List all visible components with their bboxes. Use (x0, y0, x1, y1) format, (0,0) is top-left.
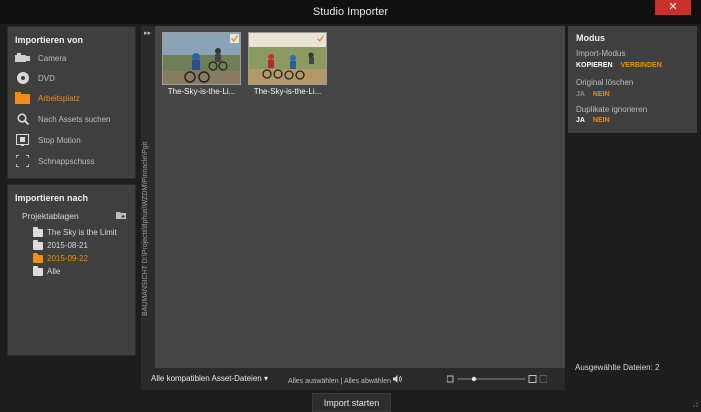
folder-2015-08-21[interactable]: 2015-08-21 (33, 239, 88, 250)
import-to-panel: Importieren nach Projektablagen The Sky … (7, 184, 136, 356)
source-dvd[interactable]: DVD (15, 70, 55, 86)
add-bin-icon[interactable] (115, 210, 127, 222)
source-stop-motion[interactable]: Stop Motion (15, 132, 81, 148)
folder-icon (33, 265, 43, 276)
expand-arrows-icon[interactable]: ▸▸ (144, 29, 151, 37)
folder-all-label: Alle (47, 267, 61, 276)
source-camera-label: Camera (38, 53, 67, 63)
source-dvd-label: DVD (38, 73, 55, 83)
source-snapshot[interactable]: Schnappschuss (15, 153, 94, 169)
ignore-duplicates-options: JA NEIN (576, 117, 616, 124)
import-mode-options: KOPIEREN VERBINDEN (576, 62, 668, 69)
import-from-panel: Importieren von Camera DVD Arbeitsplatz … (7, 26, 136, 179)
source-snapshot-label: Schnappschuss (38, 156, 95, 166)
project-bins-label: Projektablagen (22, 211, 79, 221)
path-text: BAUMANSICHT D:\Projects\tlphus\WZDM\Pinn… (142, 141, 149, 316)
folder-icon (15, 92, 30, 104)
title-bar: Studio Importer ✕ (0, 0, 701, 24)
folder-2015-08-21-label: 2015-08-21 (47, 241, 88, 250)
thumbnail-2[interactable] (248, 32, 327, 85)
checkmark-icon[interactable] (316, 34, 325, 45)
selected-files-status: Ausgewählte Dateien: 2 (575, 363, 660, 372)
option-link[interactable]: VERBINDEN (621, 62, 662, 69)
folder-2015-09-22-label: 2015-09-22 (47, 254, 88, 263)
option-dup-yes[interactable]: JA (576, 117, 585, 124)
folder-the-sky-label: The Sky is the Limit (47, 228, 117, 237)
thumbnail-2-caption: The-Sky-is-the-Li... (253, 87, 322, 96)
folder-icon (33, 226, 43, 237)
disc-icon (15, 72, 30, 84)
import-start-button[interactable]: Import starten (312, 393, 391, 412)
folder-2015-09-22[interactable]: 2015-09-22 (33, 252, 88, 263)
path-bar: ▸▸ BAUMANSICHT D:\Projects\tlphus\WZDM\P… (141, 26, 155, 368)
speaker-icon[interactable] (392, 375, 402, 385)
thumbnail-1[interactable] (162, 32, 241, 85)
ignore-duplicates-label: Duplikate ignorieren (576, 105, 648, 114)
file-type-filter[interactable]: Alle kompatiblen Asset-Dateien ▾ (151, 374, 268, 383)
option-delete-yes[interactable]: JA (576, 91, 585, 98)
separator: | (340, 378, 343, 385)
option-copy[interactable]: KOPIEREN (576, 62, 613, 69)
stop-motion-icon (15, 134, 30, 146)
import-mode-label: Import-Modus (576, 49, 626, 58)
source-workspace[interactable]: Arbeitsplatz (15, 90, 80, 106)
source-search-assets[interactable]: Nach Assets suchen (15, 111, 110, 127)
delete-original-options: JA NEIN (576, 91, 616, 98)
thumbnail-size-slider[interactable] (446, 375, 548, 383)
source-stop-motion-label: Stop Motion (38, 135, 81, 145)
camera-icon (15, 52, 30, 64)
close-button[interactable]: ✕ (655, 0, 691, 15)
source-search-assets-label: Nach Assets suchen (38, 114, 111, 124)
resize-grip-icon[interactable] (692, 400, 698, 409)
window-title: Studio Importer (312, 6, 389, 18)
import-from-heading: Importieren von (15, 35, 84, 45)
checkmark-icon[interactable] (230, 34, 239, 45)
option-delete-no[interactable]: NEIN (593, 91, 610, 98)
source-workspace-label: Arbeitsplatz (38, 93, 80, 103)
mode-heading: Modus (576, 33, 605, 43)
folder-icon (33, 239, 43, 250)
option-dup-no[interactable]: NEIN (593, 117, 610, 124)
select-all-link[interactable]: Alles auswählen (288, 378, 339, 385)
chevron-down-icon: ▾ (263, 374, 268, 383)
folder-icon (33, 252, 43, 263)
search-icon (15, 113, 30, 125)
folder-the-sky[interactable]: The Sky is the Limit (33, 226, 117, 237)
deselect-all-link[interactable]: Alles abwählen (344, 378, 391, 385)
mode-panel: Modus Import-Modus KOPIEREN VERBINDEN Or… (568, 26, 697, 133)
selection-links: Alles auswählen | Alles abwählen (288, 375, 402, 385)
asset-browser: The-Sky-is-the-Li... The-Sky-is-the-Li..… (155, 26, 565, 368)
snapshot-icon (15, 155, 30, 167)
file-type-filter-label: Alle kompatiblen Asset-Dateien (151, 374, 262, 383)
delete-original-label: Original löschen (576, 78, 634, 87)
thumbnail-1-caption: The-Sky-is-the-Li... (167, 87, 236, 96)
browser-toolbar: Alle kompatiblen Asset-Dateien ▾ Alles a… (141, 368, 565, 390)
import-to-heading: Importieren nach (15, 193, 89, 203)
source-camera[interactable]: Camera (15, 50, 66, 66)
folder-all[interactable]: Alle (33, 265, 61, 276)
